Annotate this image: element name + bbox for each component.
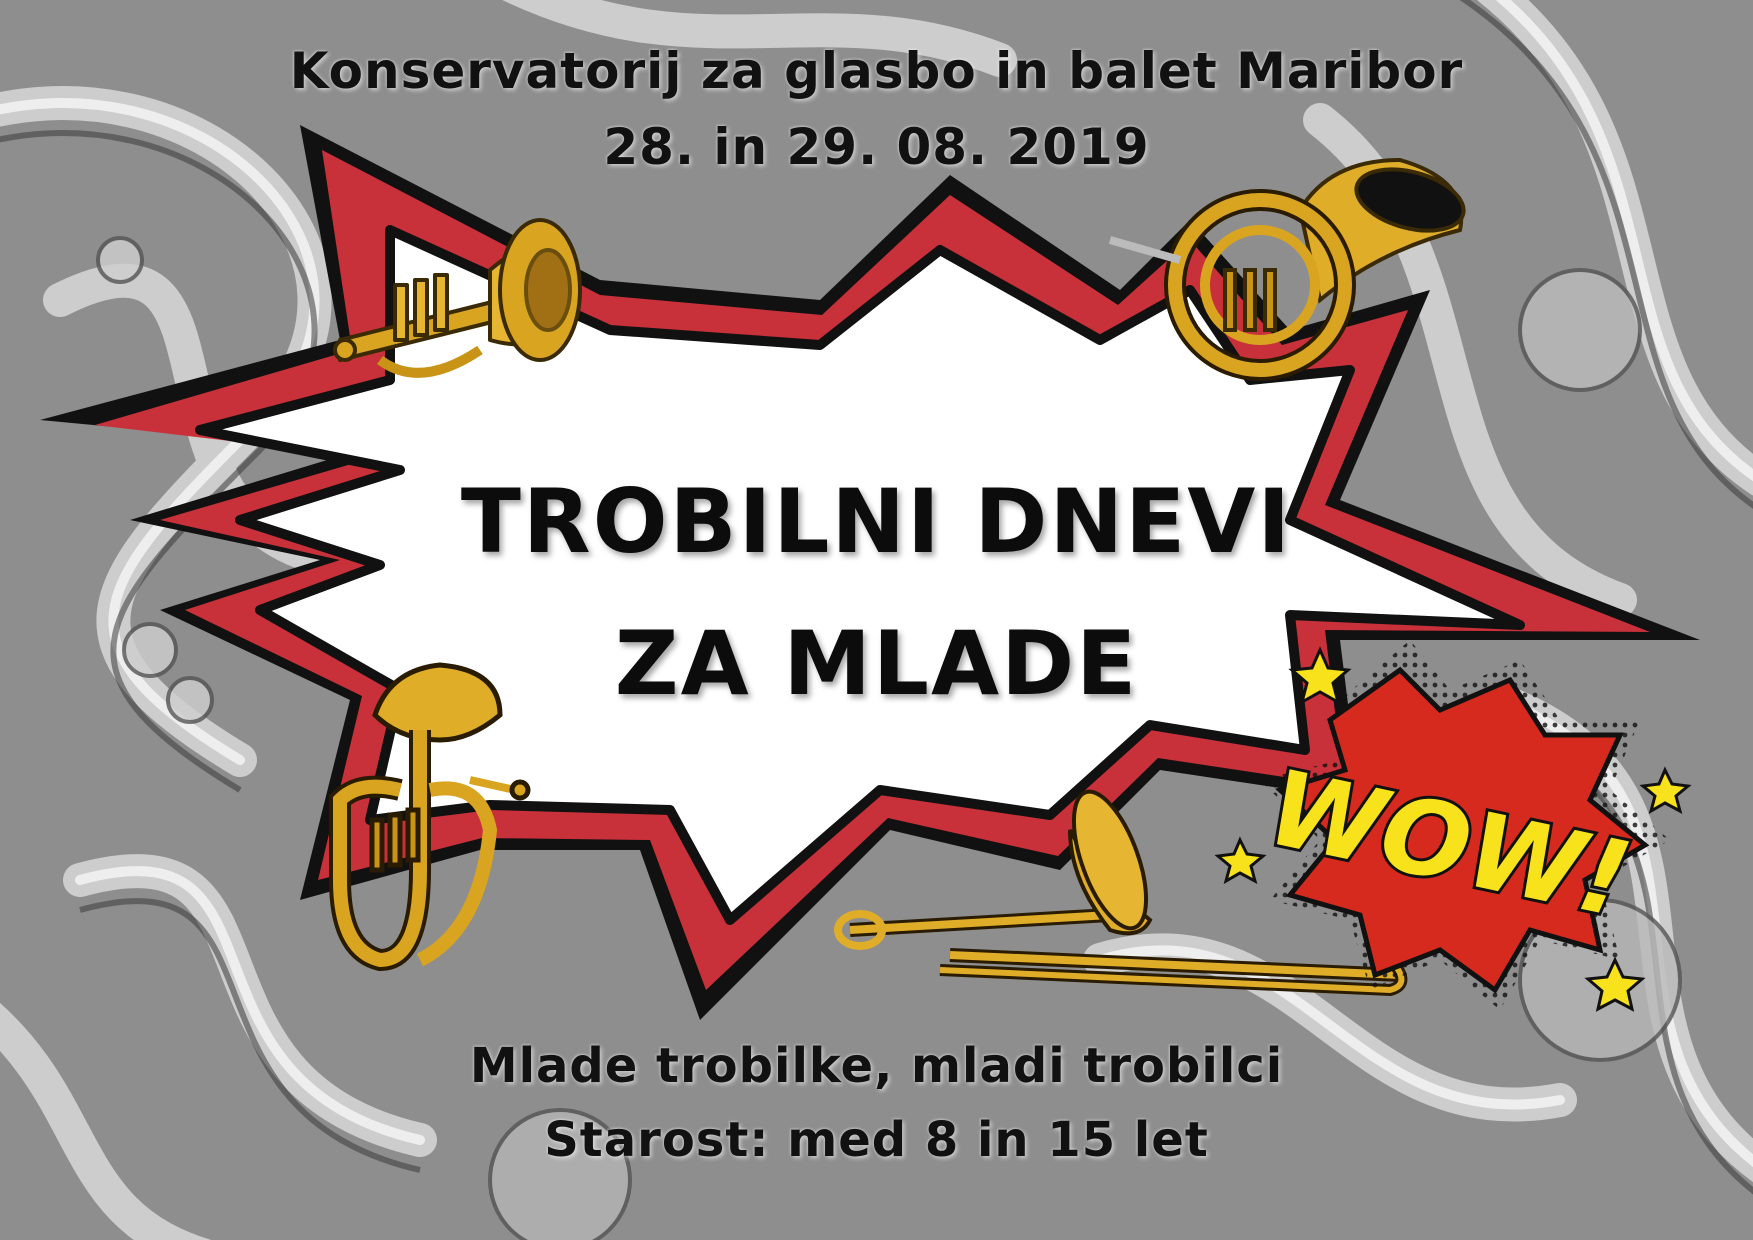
- audience-text: Mlade trobilke, mladi trobilci: [469, 1038, 1284, 1094]
- header-date: 28. in 29. 08. 2019: [603, 118, 1150, 176]
- event-title-line1: TROBILNI DNEVI: [460, 470, 1293, 573]
- header-school-name: Konservatorij za glasbo in balet Maribor: [289, 42, 1464, 100]
- poster: WOW! Konservatorij za glasbo in balet Ma…: [0, 0, 1753, 1240]
- age-range-text: Starost: med 8 in 15 let: [544, 1112, 1209, 1168]
- event-title-line2: ZA MLADE: [614, 612, 1139, 715]
